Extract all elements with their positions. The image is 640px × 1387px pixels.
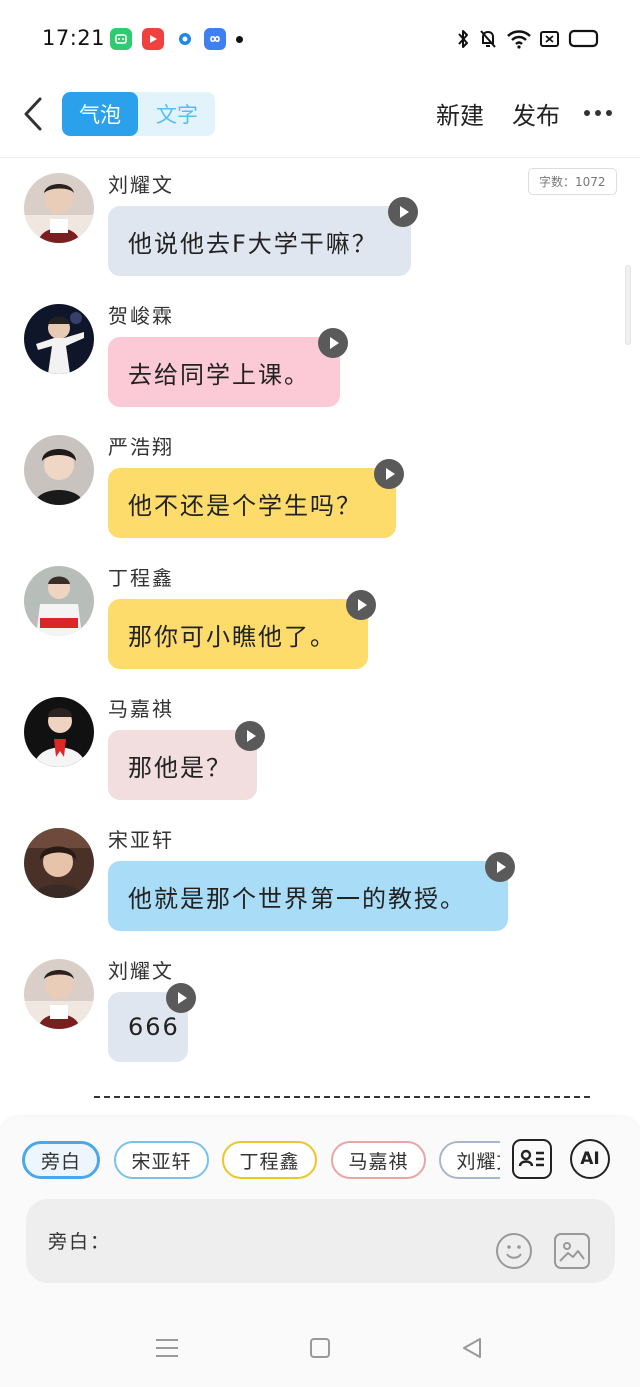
role-chip[interactable]: 刘耀文 xyxy=(439,1141,500,1179)
avatar[interactable] xyxy=(24,173,94,243)
notification-dot-icon xyxy=(236,36,243,43)
chat-area[interactable]: 字数：1072 刘耀文 他说他去F大学干嘛？ 贺峻霖 去给同学上课。 严浩翔 他… xyxy=(0,159,640,1117)
more-options-button[interactable] xyxy=(584,110,614,120)
emoji-button[interactable] xyxy=(496,1233,532,1269)
message-bubble[interactable]: 那你可小瞧他了。 xyxy=(108,599,368,669)
message-bubble[interactable]: 那他是？ xyxy=(108,730,257,800)
role-chip-narrator[interactable]: 旁白 xyxy=(22,1141,100,1179)
role-chip-row[interactable]: 旁白 宋亚轩 丁程鑫 马嘉祺 刘耀文 xyxy=(0,1141,500,1181)
speaker-name: 贺峻霖 xyxy=(108,304,174,328)
back-triangle-icon[interactable] xyxy=(460,1336,484,1360)
chat-message: 宋亚轩 他就是那个世界第一的教授。 xyxy=(0,814,640,945)
publish-button[interactable]: 发布 xyxy=(512,96,560,131)
status-time: 17:21 xyxy=(42,26,106,50)
tab-bubble[interactable]: 气泡 xyxy=(62,92,138,136)
battery-icon xyxy=(568,29,599,48)
input-speaker-label: 旁白： xyxy=(48,1231,112,1253)
dialogue-input[interactable]: 旁白： xyxy=(26,1199,615,1283)
role-chip[interactable]: 宋亚轩 xyxy=(114,1141,209,1179)
chat-message: 刘耀文 他说他去F大学干嘛？ xyxy=(0,159,640,290)
avatar[interactable] xyxy=(24,959,94,1029)
chat-message: 丁程鑫 那你可小瞧他了。 xyxy=(0,552,640,683)
avatar[interactable] xyxy=(24,697,94,767)
avatar[interactable] xyxy=(24,435,94,505)
status-bar: 17:21 xyxy=(0,0,640,80)
play-icon[interactable] xyxy=(318,328,348,358)
speaker-name: 丁程鑫 xyxy=(108,566,174,590)
top-app-bar: 气泡 文字 新建 发布 xyxy=(0,80,640,158)
message-bubble[interactable]: 他说他去F大学干嘛？ xyxy=(108,206,411,276)
play-icon[interactable] xyxy=(485,852,515,882)
app-blue-link-icon xyxy=(204,28,226,50)
chevron-left-icon xyxy=(24,97,42,131)
speaker-name: 刘耀文 xyxy=(108,959,174,983)
play-icon[interactable] xyxy=(374,459,404,489)
play-icon[interactable] xyxy=(346,590,376,620)
speaker-name: 宋亚轩 xyxy=(108,828,174,852)
mode-toggle: 气泡 文字 xyxy=(62,92,215,136)
new-button[interactable]: 新建 xyxy=(436,96,484,131)
role-manager-button[interactable] xyxy=(512,1139,552,1179)
sim-icon xyxy=(540,31,559,47)
chat-message: 严浩翔 他不还是个学生吗？ xyxy=(0,421,640,552)
role-chip[interactable]: 丁程鑫 xyxy=(222,1141,317,1179)
app-blue-circle-icon xyxy=(174,28,196,50)
play-icon[interactable] xyxy=(235,721,265,751)
home-icon[interactable] xyxy=(309,1337,331,1359)
message-bubble[interactable]: 去给同学上课。 xyxy=(108,337,340,407)
speaker-name: 严浩翔 xyxy=(108,435,174,459)
play-icon[interactable] xyxy=(166,983,196,1013)
message-bubble[interactable]: 他不还是个学生吗？ xyxy=(108,468,396,538)
speaker-name: 马嘉祺 xyxy=(108,697,174,721)
avatar[interactable] xyxy=(24,566,94,636)
app-red-play-icon xyxy=(142,28,164,50)
chat-message: 贺峻霖 去给同学上课。 xyxy=(0,290,640,421)
composer-panel: 旁白 宋亚轩 丁程鑫 马嘉祺 刘耀文 AI 旁白： xyxy=(0,1117,640,1307)
avatar[interactable] xyxy=(24,828,94,898)
avatar[interactable] xyxy=(24,304,94,374)
message-bubble[interactable]: 他就是那个世界第一的教授。 xyxy=(108,861,508,931)
role-chip[interactable]: 马嘉祺 xyxy=(331,1141,426,1179)
back-button[interactable] xyxy=(18,94,48,134)
system-nav-bar xyxy=(0,1307,640,1387)
menu-icon[interactable] xyxy=(155,1337,179,1359)
ai-button[interactable]: AI xyxy=(570,1139,610,1179)
smiley-icon xyxy=(506,1245,522,1259)
speaker-name: 刘耀文 xyxy=(108,173,174,197)
end-divider xyxy=(94,1096,590,1098)
image-button[interactable] xyxy=(554,1233,590,1269)
image-icon xyxy=(559,1242,585,1262)
wifi-icon xyxy=(507,30,531,49)
tab-text[interactable]: 文字 xyxy=(139,92,215,136)
contact-card-icon xyxy=(518,1149,544,1167)
play-icon[interactable] xyxy=(388,197,418,227)
chat-message: 刘耀文 666 xyxy=(0,945,640,1076)
mute-bell-icon xyxy=(480,30,496,48)
bluetooth-icon xyxy=(458,30,468,48)
app-green-icon xyxy=(110,28,132,50)
chat-message: 马嘉祺 那他是？ xyxy=(0,683,640,814)
